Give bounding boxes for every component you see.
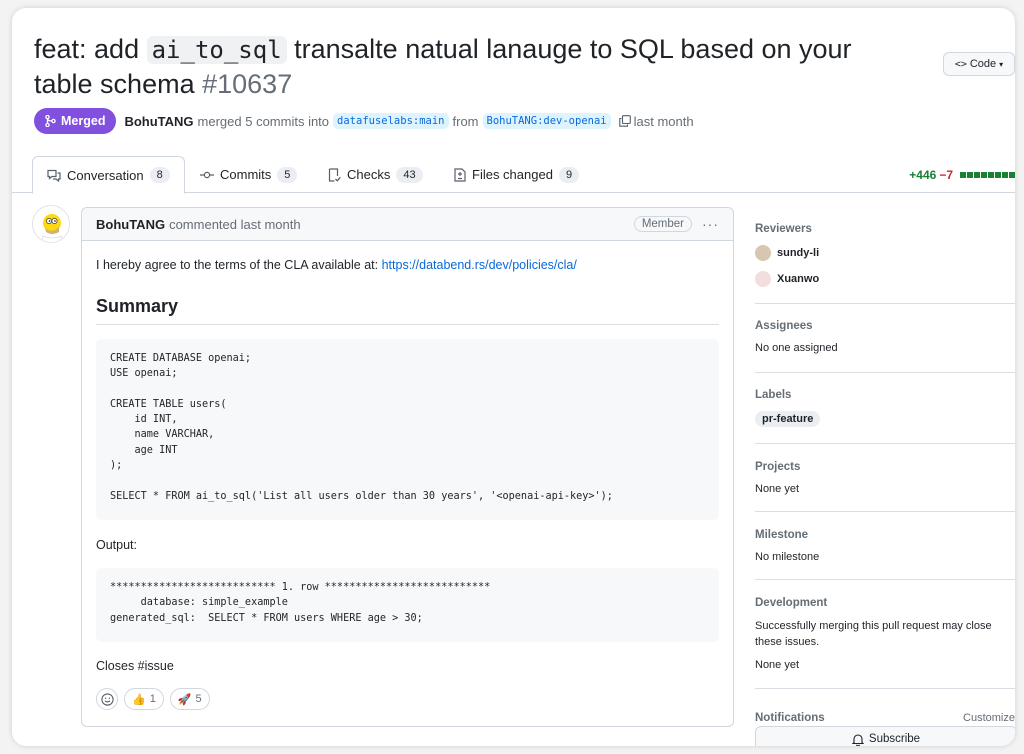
summary-heading: Summary (96, 296, 719, 325)
development-text: Successfully merging this pull request m… (755, 620, 992, 648)
additions-count: +446 (909, 168, 937, 182)
reaction-rocket[interactable]: 🚀 5 (169, 688, 210, 710)
pr-number: #10637 (202, 69, 293, 99)
diffstat-bar (959, 172, 1015, 178)
comment-author[interactable]: BohuTANG (96, 217, 165, 232)
tab-files-changed[interactable]: Files changed 9 (440, 156, 593, 193)
assignees-section: Assignees No one assigned (755, 304, 1015, 373)
projects-section: Projects None yet (755, 444, 1015, 512)
merge-icon (45, 115, 56, 127)
subscribe-button[interactable]: Subscribe (755, 726, 1015, 746)
reviewer-avatar (755, 271, 771, 287)
reviewer-item[interactable]: Xuanwo (755, 266, 1015, 292)
copy-icon[interactable] (618, 115, 631, 127)
labels-section: Labels pr-feature (755, 373, 1015, 444)
milestone-value: No milestone (755, 551, 820, 563)
notifications-header: Notifications Customize (755, 712, 1015, 724)
notifications-title: Notifications (755, 712, 825, 724)
tab-counter: 9 (558, 166, 580, 183)
reactions: 👍 1 🚀 5 (96, 688, 210, 710)
pr-tabs: Conversation 8 Commits 5 Checks 43 Files… (12, 156, 1015, 194)
cla-text: I hereby agree to the terms of the CLA a… (96, 258, 577, 272)
smiley-icon (100, 692, 114, 706)
reviewers-section: Reviewers sundy-li Xuanwo (755, 207, 1015, 304)
code-icon: <> (954, 58, 967, 70)
comment-card: BohuTANG commented last month Member ···… (81, 207, 734, 727)
milestone-title[interactable]: Milestone (755, 529, 1015, 541)
tab-commits[interactable]: Commits 5 (186, 156, 311, 193)
deletions-count: −7 (939, 168, 953, 182)
tab-checks[interactable]: Checks 43 (314, 156, 437, 193)
closes-text: Closes #issue (96, 659, 174, 673)
development-section: Development Successfully merging this pu… (755, 580, 1015, 689)
checklist-icon (328, 167, 341, 182)
projects-value: None yet (755, 483, 800, 495)
bell-icon (851, 733, 864, 746)
code-block-sql: CREATE DATABASE openai; USE openai; CREA… (96, 339, 719, 520)
base-branch[interactable]: datafuselabs:main (333, 113, 449, 129)
development-value: None yet (755, 659, 800, 671)
commit-icon (200, 171, 214, 178)
comment-discussion-icon (47, 169, 61, 182)
tab-counter: 43 (396, 166, 423, 183)
reaction-thumbs-up[interactable]: 👍 1 (124, 688, 164, 710)
pr-meta: Merged BohuTANG merged 5 commits into da… (34, 108, 694, 134)
tab-conversation[interactable]: Conversation 8 (32, 156, 185, 194)
head-branch[interactable]: BohuTANG:dev-openai (482, 113, 611, 129)
chevron-down-icon: ▾ (999, 59, 1004, 69)
milestone-section: Milestone No milestone (755, 512, 1015, 580)
author-link[interactable]: BohuTANG (124, 114, 193, 129)
output-label: Output: (96, 538, 137, 552)
member-badge: Member (633, 216, 692, 232)
avatar[interactable] (32, 205, 70, 243)
labels-title[interactable]: Labels (755, 389, 1015, 401)
reviewers-title[interactable]: Reviewers (755, 223, 1015, 235)
customize-link[interactable]: Customize (963, 712, 1015, 724)
merged-badge: Merged (34, 108, 117, 134)
cla-link[interactable]: https://databend.rs/dev/policies/cla/ (382, 258, 577, 272)
file-diff-icon (454, 167, 466, 182)
comment-header: BohuTANG commented last month Member ··· (82, 208, 733, 241)
label-pill[interactable]: pr-feature (755, 411, 821, 427)
code-block-output: *************************** 1. row *****… (96, 568, 719, 642)
reviewer-avatar (755, 245, 771, 261)
assignees-value: No one assigned (755, 342, 838, 354)
code-button[interactable]: <> Code ▾ (943, 52, 1015, 76)
projects-title[interactable]: Projects (755, 461, 1015, 473)
pr-title: feat: add ai_to_sql transalte natual lan… (34, 34, 852, 99)
add-reaction-button[interactable] (96, 688, 118, 710)
development-title[interactable]: Development (755, 597, 1015, 609)
pull-request-page: feat: add ai_to_sql transalte natual lan… (12, 8, 1015, 746)
reviewer-item[interactable]: sundy-li (755, 240, 1015, 266)
tab-counter: 8 (149, 167, 170, 183)
tab-counter: 5 (277, 166, 298, 183)
diffstat: +446 −7 (909, 168, 1015, 182)
assignees-title[interactable]: Assignees (755, 320, 1015, 332)
kebab-horizontal-icon[interactable]: ··· (702, 216, 719, 232)
